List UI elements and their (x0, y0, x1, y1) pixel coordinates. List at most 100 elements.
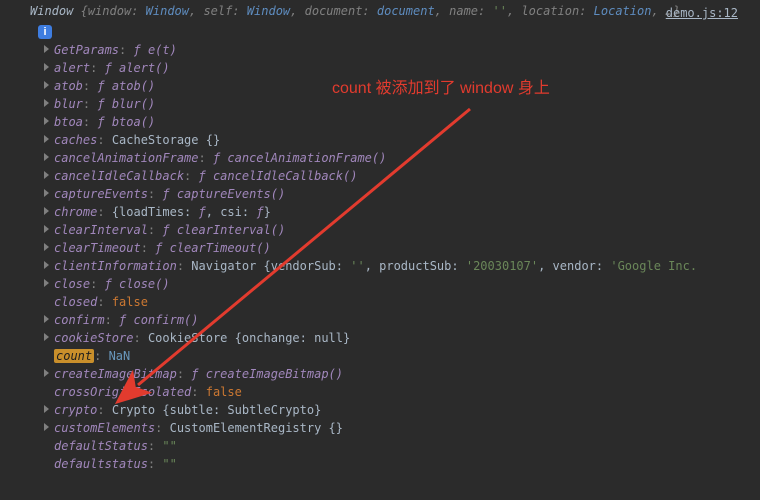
info-icon[interactable]: i (38, 25, 52, 39)
property-key: cancelAnimationFrame (54, 151, 199, 165)
property-value: ƒ e(t) (133, 43, 176, 57)
expand-caret-icon[interactable] (44, 405, 49, 413)
property-key: clientInformation (54, 259, 177, 273)
property-key: confirm (54, 313, 105, 327)
property-row[interactable]: customElements: CustomElementRegistry {} (44, 419, 760, 437)
property-key: alert (54, 61, 90, 75)
property-value: CacheStorage {} (112, 133, 220, 147)
expand-caret-icon[interactable] (44, 45, 49, 53)
property-value: ƒ close() (105, 277, 170, 291)
property-row[interactable]: clientInformation: Navigator {vendorSub:… (44, 257, 760, 275)
property-row[interactable]: close: ƒ close() (44, 275, 760, 293)
expand-caret-icon[interactable] (44, 333, 49, 341)
expand-caret-icon[interactable] (44, 369, 49, 377)
property-value: ƒ cancelAnimationFrame() (213, 151, 386, 165)
source-link[interactable]: demo.js:12 (666, 4, 738, 22)
console-panel: { "file_link": "demo.js:12", "root": { "… (0, 0, 760, 500)
property-row: defaultStatus: "" (44, 437, 760, 455)
property-row[interactable]: GetParams: ƒ e(t) (44, 41, 760, 59)
property-value: "" (162, 439, 176, 453)
property-value: NaN (109, 349, 131, 363)
property-key: defaultStatus (54, 439, 148, 453)
property-value: {loadTimes: ƒ, csi: ƒ} (112, 205, 271, 219)
expand-caret-icon[interactable] (44, 99, 49, 107)
property-row[interactable]: clearTimeout: ƒ clearTimeout() (44, 239, 760, 257)
property-key: cookieStore (54, 331, 133, 345)
caret-spacer (44, 387, 49, 395)
property-value: ƒ clearTimeout() (155, 241, 271, 255)
property-key: customElements (54, 421, 155, 435)
property-row: defaultstatus: "" (44, 455, 760, 473)
property-row[interactable]: clearInterval: ƒ clearInterval() (44, 221, 760, 239)
property-value: ƒ btoa() (97, 115, 155, 129)
property-row: crossOriginIsolated: false (44, 383, 760, 401)
expand-caret-icon[interactable] (44, 81, 49, 89)
property-row[interactable]: alert: ƒ alert() (44, 59, 760, 77)
expand-caret-icon[interactable] (44, 207, 49, 215)
expand-caret-icon[interactable] (44, 261, 49, 269)
property-value: ƒ confirm() (119, 313, 198, 327)
property-value: ƒ clearInterval() (162, 223, 285, 237)
property-key: close (54, 277, 90, 291)
property-key: blur (54, 97, 83, 111)
property-row[interactable]: captureEvents: ƒ captureEvents() (44, 185, 760, 203)
property-row[interactable]: cancelAnimationFrame: ƒ cancelAnimationF… (44, 149, 760, 167)
property-row[interactable]: btoa: ƒ btoa() (44, 113, 760, 131)
property-value: Navigator {vendorSub: '', productSub: '2… (191, 259, 697, 273)
caret-spacer (44, 441, 49, 449)
property-value: ƒ alert() (105, 61, 170, 75)
caret-spacer (44, 459, 49, 467)
property-value: CustomElementRegistry {} (170, 421, 343, 435)
property-key: GetParams (54, 43, 119, 57)
expand-caret-icon[interactable] (44, 135, 49, 143)
annotation-text: count 被添加到了 window 身上 (332, 80, 550, 98)
property-key: closed (54, 295, 97, 309)
property-row[interactable]: crypto: Crypto {subtle: SubtleCrypto} (44, 401, 760, 419)
property-key: captureEvents (54, 187, 148, 201)
property-value: ƒ blur() (97, 97, 155, 111)
expand-caret-icon[interactable] (44, 153, 49, 161)
property-value: Crypto {subtle: SubtleCrypto} (112, 403, 322, 417)
property-row: closed: false (44, 293, 760, 311)
property-key: defaultstatus (54, 457, 148, 471)
property-value: ƒ cancelIdleCallback() (199, 169, 358, 183)
property-row[interactable]: chrome: {loadTimes: ƒ, csi: ƒ} (44, 203, 760, 221)
caret-spacer (44, 297, 49, 305)
property-key: clearTimeout (54, 241, 141, 255)
property-key: crossOriginIsolated (54, 385, 191, 399)
property-key: clearInterval (54, 223, 148, 237)
property-row[interactable]: caches: CacheStorage {} (44, 131, 760, 149)
property-row[interactable]: cookieStore: CookieStore {onchange: null… (44, 329, 760, 347)
caret-spacer (44, 351, 49, 359)
expand-caret-icon[interactable] (44, 117, 49, 125)
expand-caret-icon[interactable] (44, 189, 49, 197)
property-key: chrome (54, 205, 97, 219)
property-key: crypto (54, 403, 97, 417)
property-value: ƒ captureEvents() (162, 187, 285, 201)
property-key: atob (54, 79, 83, 93)
expand-caret-icon[interactable] (44, 423, 49, 431)
expand-caret-icon[interactable] (44, 171, 49, 179)
property-value: "" (162, 457, 176, 471)
property-row[interactable]: cancelIdleCallback: ƒ cancelIdleCallback… (44, 167, 760, 185)
property-value: false (206, 385, 242, 399)
property-value: ƒ createImageBitmap() (191, 367, 343, 381)
property-key: createImageBitmap (54, 367, 177, 381)
property-value: false (112, 295, 148, 309)
expand-caret-icon[interactable] (44, 243, 49, 251)
property-key: count (54, 349, 94, 363)
property-tree: GetParams: ƒ e(t)alert: ƒ alert()atob: ƒ… (0, 41, 760, 473)
expand-caret-icon[interactable] (44, 225, 49, 233)
property-row[interactable]: createImageBitmap: ƒ createImageBitmap() (44, 365, 760, 383)
property-value: CookieStore {onchange: null} (148, 331, 350, 345)
object-summary[interactable]: Window {window: Window, self: Window, do… (0, 0, 760, 22)
property-key: caches (54, 133, 97, 147)
property-row: count: NaN (44, 347, 760, 365)
property-row[interactable]: confirm: ƒ confirm() (44, 311, 760, 329)
property-value: ƒ atob() (97, 79, 155, 93)
property-key: btoa (54, 115, 83, 129)
expand-caret-icon[interactable] (44, 315, 49, 323)
property-key: cancelIdleCallback (54, 169, 184, 183)
expand-caret-icon[interactable] (44, 279, 49, 287)
expand-caret-icon[interactable] (44, 63, 49, 71)
